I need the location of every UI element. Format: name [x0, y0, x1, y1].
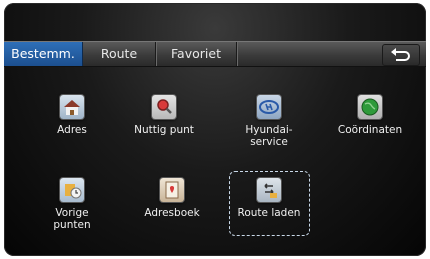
address-book-icon — [160, 178, 184, 202]
tab-route[interactable]: Route — [83, 42, 156, 66]
globe-icon — [358, 95, 382, 119]
menu-item-coordinaten[interactable]: Coördinaten — [326, 95, 414, 137]
home-icon — [60, 95, 84, 119]
previous-points-icon — [60, 178, 84, 202]
menu-item-label: Vorige punten — [53, 207, 91, 231]
hyundai-logo-icon — [257, 95, 281, 119]
tab-bar: Bestemm. Route Favoriet — [4, 41, 426, 67]
menu-item-nuttig-punt[interactable]: Nuttig punt — [120, 95, 208, 137]
menu-item-label: Route laden — [237, 207, 301, 219]
menu-item-adresboek[interactable]: Adresboek — [128, 178, 216, 220]
menu-item-label: Adres — [57, 124, 87, 136]
poi-search-icon — [152, 95, 176, 119]
menu-item-label: Nuttig punt — [134, 124, 194, 136]
navigation-screen: Bestemm. Route Favoriet Adres Nuttig pun… — [4, 3, 426, 256]
menu-item-vorige-punten[interactable]: Vorige punten — [28, 178, 116, 231]
menu-item-label: Adresboek — [144, 207, 200, 219]
menu-item-adres[interactable]: Adres — [28, 95, 116, 137]
menu-item-hyundai-service[interactable]: Hyundai- service — [225, 95, 313, 148]
menu-item-route-laden[interactable]: Route laden — [225, 178, 313, 220]
back-button[interactable] — [382, 44, 420, 66]
tab-bestemm[interactable]: Bestemm. — [4, 42, 83, 66]
menu-item-label: Hyundai- service — [245, 124, 293, 148]
menu-item-label: Coördinaten — [337, 124, 403, 136]
back-arrow-icon — [391, 48, 410, 61]
tab-favoriet[interactable]: Favoriet — [156, 42, 237, 66]
route-load-icon — [257, 178, 281, 202]
